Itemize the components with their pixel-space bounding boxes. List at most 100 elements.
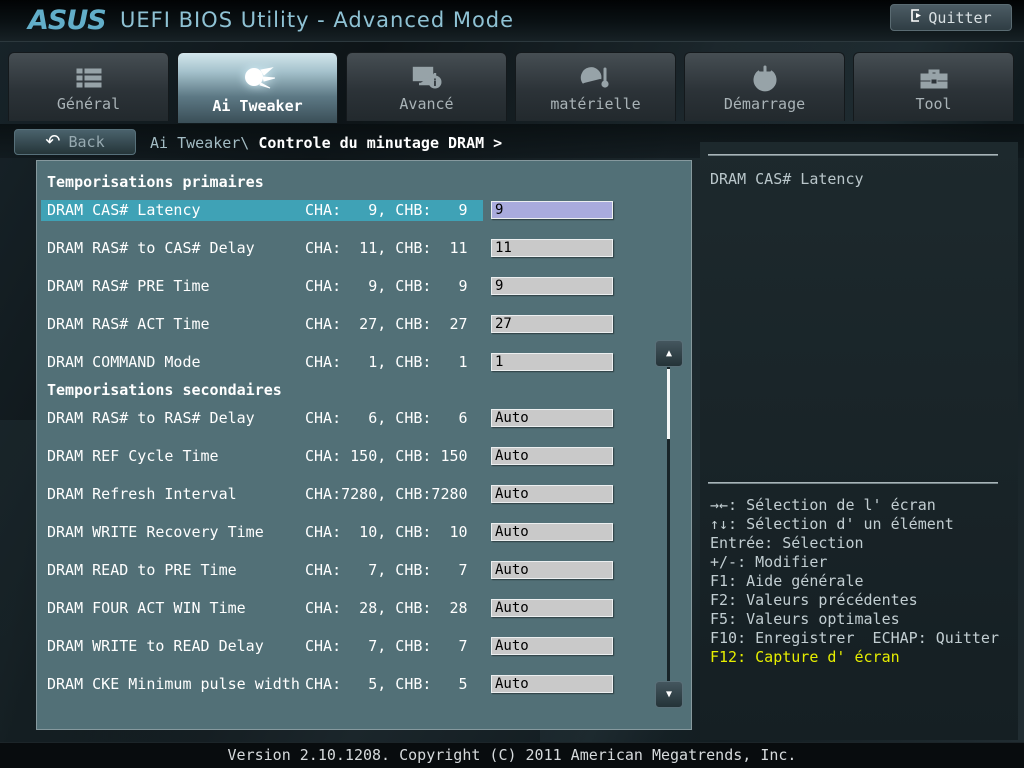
value-field[interactable]: Auto [491,409,613,427]
shortcut-item: +/-: Modifier [710,553,828,571]
value-field[interactable]: Auto [491,637,613,655]
setting-label: DRAM Refresh Interval [47,485,237,503]
table-row-refresh-interval[interactable]: DRAM Refresh Interval CHA:7280, CHB:7280 … [37,475,691,513]
shortcut-item: ↑↓: Sélection d' un élément [710,515,954,533]
scroll-up-button[interactable]: ▲ [655,340,683,367]
setting-label: DRAM RAS# PRE Time [47,277,210,295]
table-row-write-to-read-delay[interactable]: DRAM WRITE to READ Delay CHA: 7, CHB: 7 A… [37,627,691,665]
table-row-ref-cycle-time[interactable]: DRAM REF Cycle Time CHA: 150, CHB: 150 Au… [37,437,691,475]
channel-values: CHA: 7, CHB: 7 [305,561,468,579]
setting-label: DRAM COMMAND Mode [47,353,201,371]
list-icon [9,63,168,93]
value-field[interactable]: Auto [491,599,613,617]
asus-logo: ASUS [28,5,107,36]
exit-button[interactable]: Quitter [890,4,1012,31]
value-field[interactable]: Auto [491,485,613,503]
scrollbar-track[interactable] [667,367,670,681]
app-title: UEFI BIOS Utility - Advanced Mode [120,8,515,32]
section-heading-secondary: Temporisations secondaires [47,381,282,399]
channel-values: CHA: 10, CHB: 10 [305,523,468,541]
setting-label: DRAM WRITE to READ Delay [47,637,264,655]
tab-demarrage[interactable]: Démarrage [684,52,845,121]
back-button-label: Back [68,133,105,151]
help-title: DRAM CAS# Latency [710,170,864,188]
tab-avance[interactable]: i Avancé [346,52,507,121]
section-heading-primary: Temporisations primaires [47,173,264,191]
table-row-ras-to-cas-delay[interactable]: DRAM RAS# to CAS# Delay CHA: 11, CHB: 11 … [37,229,691,267]
table-row-dram-cas-latency[interactable]: DRAM CAS# Latency CHA: 9, CHB: 9 9 [37,191,691,229]
setting-label: DRAM CKE Minimum pulse width [47,675,300,693]
table-row-write-recovery-time[interactable]: DRAM WRITE Recovery Time CHA: 10, CHB: 10… [37,513,691,551]
table-row-ras-pre-time[interactable]: DRAM RAS# PRE Time CHA: 9, CHB: 9 9 [37,267,691,305]
tab-label: Démarrage [723,95,806,113]
help-sidebar: DRAM CAS# Latency →←: Sélection de l' éc… [700,142,1018,740]
tab-label: Général [56,95,121,113]
gauge-icon [516,63,675,93]
setting-label: DRAM RAS# to RAS# Delay [47,409,255,427]
setting-label: DRAM FOUR ACT WIN Time [47,599,246,617]
breadcrumb: Ai Tweaker\ Controle du minutage DRAM > [150,134,502,152]
value-field[interactable]: 11 [491,239,613,257]
table-row-four-act-win-time[interactable]: DRAM FOUR ACT WIN Time CHA: 28, CHB: 28 A… [37,589,691,627]
sidebar-divider-top [708,154,998,156]
tab-bar: Général Ai Tweaker i Avancé matérielle D… [8,52,1014,123]
value-field[interactable]: Auto [491,561,613,579]
back-button[interactable]: ↶ Back [14,129,136,155]
shortcut-list: →←: Sélection de l' écran ↑↓: Sélection … [710,496,999,667]
tab-ai-tweaker[interactable]: Ai Tweaker [177,52,338,123]
channel-values: CHA: 9, CHB: 9 [305,201,468,219]
channel-values: CHA: 28, CHB: 28 [305,599,468,617]
scrollbar: ▲ ▼ [655,340,683,708]
value-field[interactable]: 9 [491,201,613,219]
setting-label: DRAM RAS# to CAS# Delay [47,239,255,257]
scrollbar-thumb[interactable] [667,369,670,439]
scroll-up-icon: ▲ [665,348,673,359]
breadcrumb-parent: Ai Tweaker\ [150,134,259,152]
shortcut-item: Entrée: Sélection [710,534,864,552]
tab-label: Tool [915,95,952,113]
value-field[interactable]: Auto [491,447,613,465]
value-field[interactable]: Auto [491,523,613,541]
setting-label: DRAM READ to PRE Time [47,561,237,579]
breadcrumb-current: Controle du minutage DRAM > [258,134,503,152]
table-row-cke-minimum-pulse-width[interactable]: DRAM CKE Minimum pulse width CHA: 5, CHB:… [37,665,691,703]
value-field[interactable]: Auto [491,675,613,693]
channel-values: CHA:7280, CHB:7280 [305,485,468,503]
table-row-ras-act-time[interactable]: DRAM RAS# ACT Time CHA: 27, CHB: 27 27 [37,305,691,343]
footer-bar: Version 2.10.1208. Copyright (C) 2011 Am… [0,742,1024,768]
exit-door-icon [910,8,924,27]
comet-icon [178,63,337,93]
tab-general[interactable]: Général [8,52,169,121]
shortcut-item: F1: Aide générale [710,572,864,590]
table-row-ras-to-ras-delay[interactable]: DRAM RAS# to RAS# Delay CHA: 6, CHB: 6 Au… [37,399,691,437]
shortcut-item-f12: F12: Capture d' écran [710,648,900,666]
channel-values: CHA: 27, CHB: 27 [305,315,468,333]
back-arrow-icon: ↶ [45,131,61,152]
value-field[interactable]: 9 [491,277,613,295]
top-bar: ASUS UEFI BIOS Utility - Advanced Mode Q… [0,0,1024,42]
shortcut-item: F5: Valeurs optimales [710,610,900,628]
shortcut-item: F10: Enregistrer ECHAP: Quitter [710,629,999,647]
channel-values: CHA: 1, CHB: 1 [305,353,468,371]
toolbox-icon [854,63,1013,93]
tab-label: Ai Tweaker [212,97,303,115]
value-field[interactable]: 27 [491,315,613,333]
channel-values: CHA: 6, CHB: 6 [305,409,468,427]
table-row-read-to-pre-time[interactable]: DRAM READ to PRE Time CHA: 7, CHB: 7 Auto [37,551,691,589]
tab-materielle[interactable]: matérielle [515,52,676,121]
monitor-info-icon: i [347,63,506,93]
version-text: Version 2.10.1208. Copyright (C) 2011 Am… [227,746,797,764]
sidebar-divider-bottom [708,482,998,484]
channel-values: CHA: 7, CHB: 7 [305,637,468,655]
table-row-command-mode[interactable]: DRAM COMMAND Mode CHA: 1, CHB: 1 1 [37,343,691,381]
channel-values: CHA: 9, CHB: 9 [305,277,468,295]
svg-text:i: i [433,78,436,89]
scroll-down-icon: ▼ [665,689,673,700]
shortcut-item: F2: Valeurs précédentes [710,591,918,609]
scroll-down-button[interactable]: ▼ [655,681,683,708]
channel-values: CHA: 150, CHB: 150 [305,447,468,465]
tab-tool[interactable]: Tool [853,52,1014,121]
power-icon [685,63,844,93]
exit-button-label: Quitter [928,8,992,27]
value-field[interactable]: 1 [491,353,613,371]
